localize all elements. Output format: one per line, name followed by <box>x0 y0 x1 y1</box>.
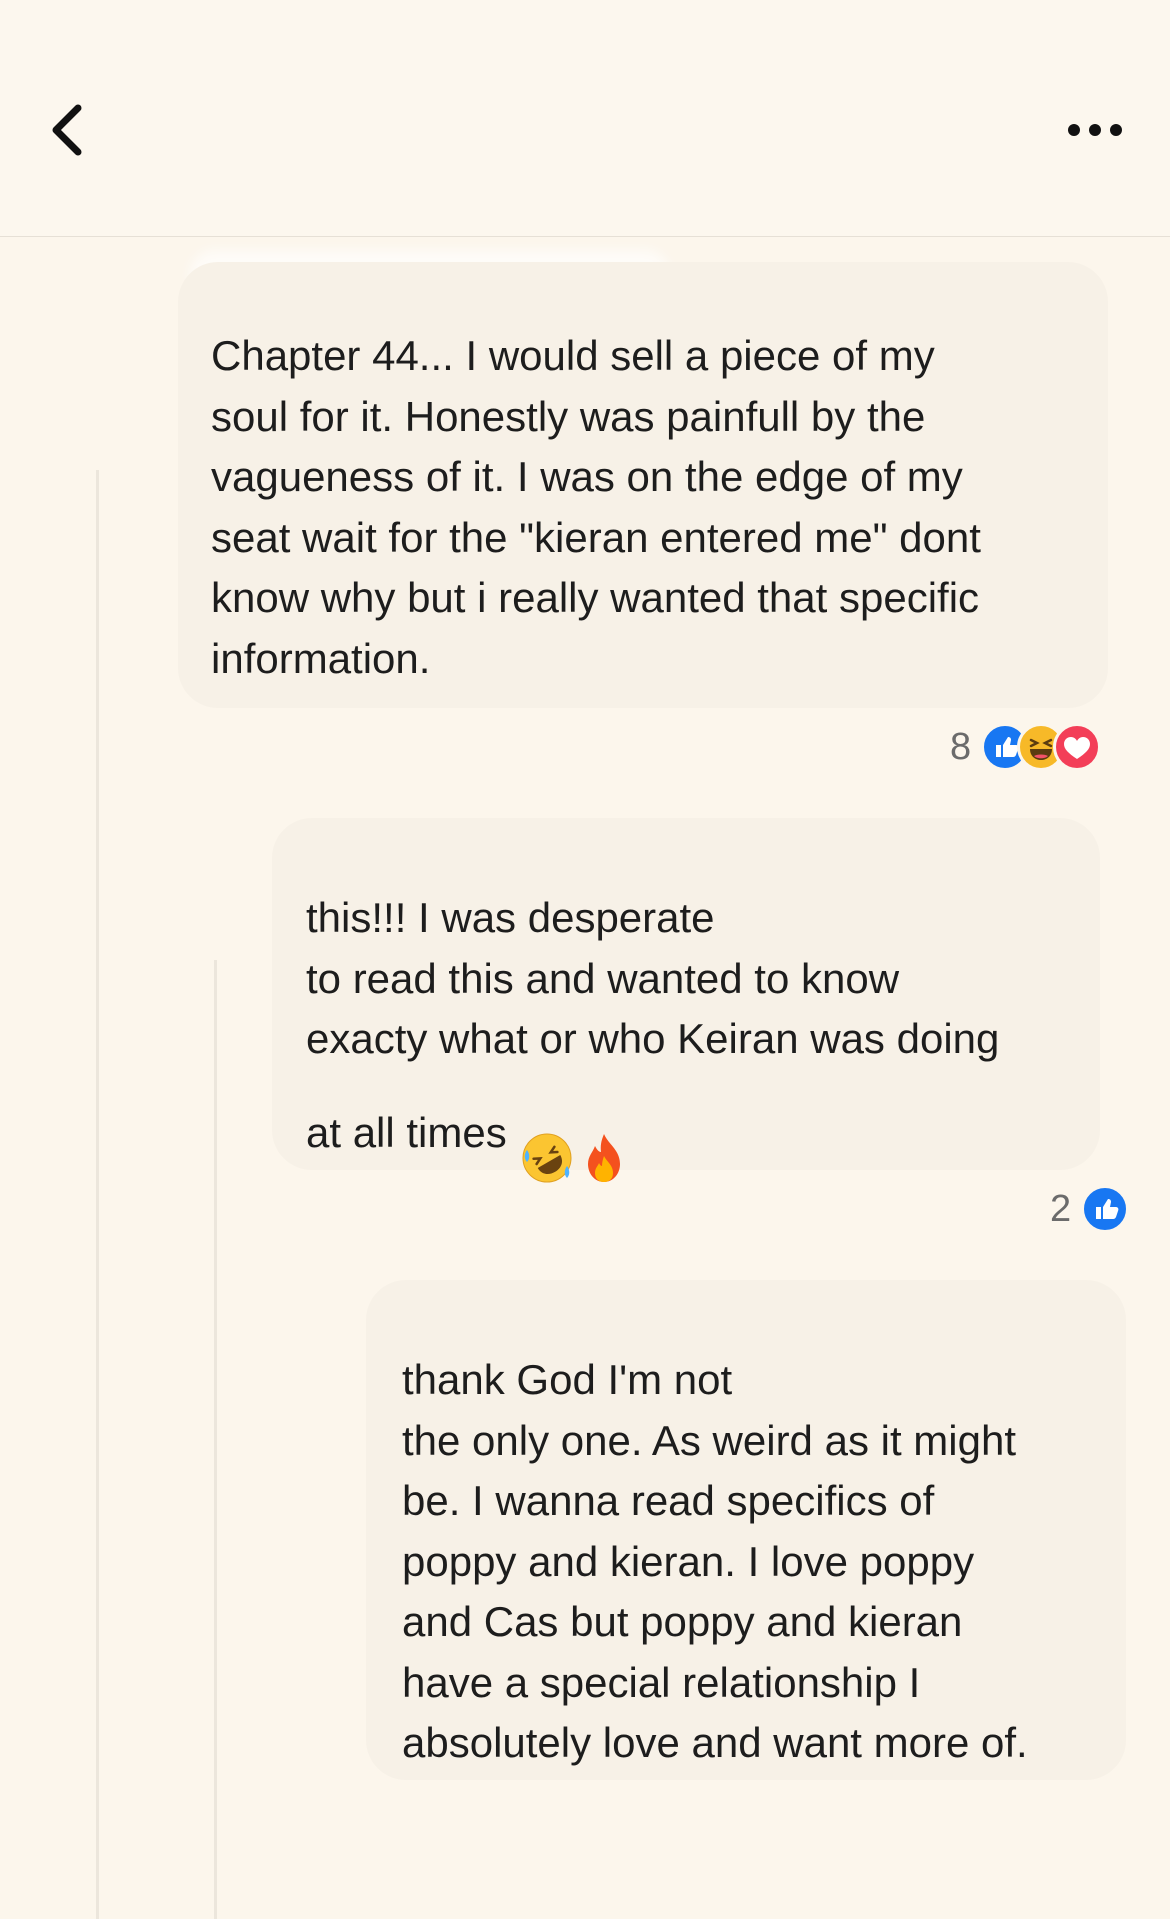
more-horizontal-icon <box>1068 124 1122 136</box>
reply-text-block: this!!! I was desperate to read this and… <box>306 888 999 1203</box>
reply-bubble: this!!! I was desperate to read this and… <box>272 818 1100 1183</box>
top-bar <box>0 0 1170 237</box>
reaction-summary[interactable]: 8 <box>950 722 1102 772</box>
reaction-count: 2 <box>1050 1187 1072 1230</box>
thread-line <box>96 470 99 1919</box>
more-options-button[interactable] <box>1060 110 1130 150</box>
comment-bubble: Chapter 44... I would sell a piece of my… <box>178 262 1108 708</box>
like-reaction-icon <box>1081 1185 1130 1233</box>
chevron-left-icon <box>52 104 82 156</box>
reply-text-content: this!!! I was desperate to read this and… <box>306 894 1000 1157</box>
back-button[interactable] <box>40 100 100 160</box>
reply-bubble: thank God I'm not the only one. As weird… <box>366 1280 1126 1780</box>
fire-emoji <box>579 1070 629 1203</box>
reaction-summary[interactable]: 2 <box>1050 1184 1130 1234</box>
thread-line <box>214 960 217 1919</box>
reply-text: thank God I'm not the only one. As weird… <box>402 1356 1028 1766</box>
reply-text: this!!! I was desperate to read this and… <box>306 894 1000 1183</box>
rolling-on-floor-laughing-emoji <box>519 1070 575 1203</box>
comment-text: Chapter 44... I would sell a piece of my… <box>211 332 981 682</box>
love-reaction-icon <box>1053 723 1102 771</box>
reaction-count: 8 <box>950 725 972 768</box>
